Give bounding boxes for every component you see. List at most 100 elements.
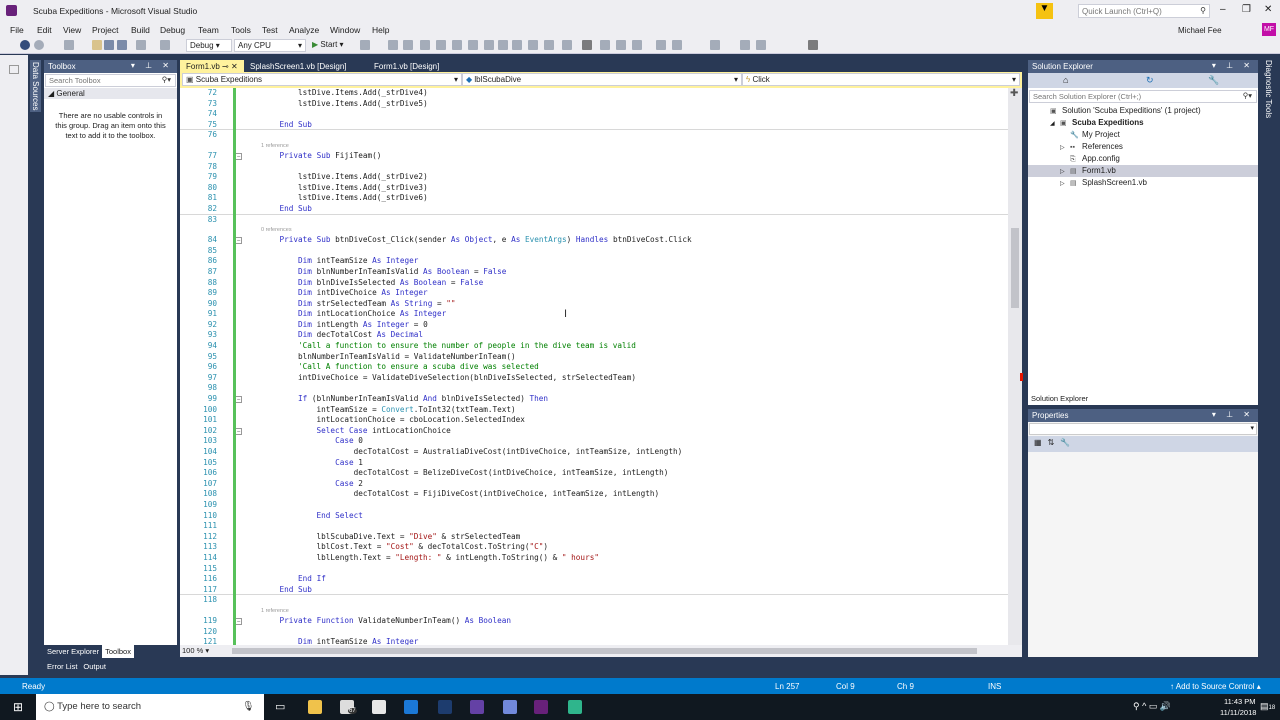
member-dropdown[interactable]: ϟ Click ▾ [742, 73, 1020, 86]
toolbar-icon[interactable] [632, 40, 642, 50]
menu-view[interactable]: View [63, 25, 81, 35]
code-text[interactable]: End Select [261, 511, 363, 522]
redo-icon[interactable] [160, 40, 170, 50]
solution-tree-item[interactable]: ▷ ▤ Form1.vb [1028, 165, 1258, 177]
solution-tree-item[interactable]: ▷ ▤ SplashScreen1.vb [1028, 177, 1258, 189]
code-text[interactable]: lstDive.Items.Add(_strDive3) [261, 183, 428, 194]
menu-project[interactable]: Project [92, 25, 118, 35]
code-text[interactable]: Dim intLocationChoice As Integer [261, 309, 446, 320]
save-all-icon[interactable] [117, 40, 127, 50]
codelens-label[interactable]: 0 references [261, 225, 292, 235]
visual-studio-taskbar-icon[interactable] [534, 700, 548, 714]
collapse-outline-icon[interactable]: − [235, 237, 242, 245]
code-text[interactable]: decTotalCost = BelizeDiveCost(intDiveCho… [261, 468, 669, 479]
panel-controls[interactable]: ▾ ⊥ ✕ [1212, 410, 1254, 419]
edge-icon[interactable] [404, 700, 418, 714]
add-to-source-control-button[interactable]: ↑ Add to Source Control ▴ [1170, 682, 1261, 691]
solution-tree-item[interactable]: ◢ ▣ Scuba Expeditions [1028, 117, 1258, 129]
clock-time[interactable]: 11:43 PM [1224, 697, 1256, 706]
code-text[interactable]: Case 1 [261, 458, 363, 469]
code-text[interactable]: Dim intLength As Integer = 0 [261, 320, 428, 331]
file-explorer-icon[interactable] [308, 700, 322, 714]
twitch-icon[interactable] [470, 700, 484, 714]
tab-server-explorer[interactable]: Server Explorer [44, 645, 102, 658]
close-icon[interactable]: ✕ [231, 62, 238, 71]
vertical-scrollbar[interactable]: ✚ [1008, 88, 1023, 645]
toolbar-icon[interactable] [512, 40, 522, 50]
solution-tree-item[interactable]: ⎘ App.config [1028, 153, 1258, 165]
tab-splashscreen-design[interactable]: SplashScreen1.vb [Design] [244, 60, 353, 72]
toolbar-icon[interactable] [672, 40, 682, 50]
code-text[interactable]: Private Function ValidateNumberInTeam() … [261, 616, 512, 627]
quick-launch-input[interactable]: Quick Launch (Ctrl+Q) ⚲ [1078, 4, 1210, 18]
code-text[interactable]: End Sub [261, 585, 312, 596]
alphabetical-icon[interactable]: ⇅ [1048, 438, 1061, 447]
refresh-icon[interactable]: ↻ [1146, 75, 1154, 86]
close-button[interactable]: ✕ [1264, 4, 1272, 15]
horizontal-scrollbar[interactable] [232, 648, 977, 654]
expand-arrow-icon[interactable]: ▷ [1060, 178, 1070, 190]
menu-test[interactable]: Test [262, 25, 278, 35]
menu-team[interactable]: Team [198, 25, 219, 35]
code-text[interactable]: Select Case intLocationChoice [261, 426, 451, 437]
diagnostic-tools-tab[interactable]: Diagnostic Tools [1264, 60, 1273, 118]
code-text[interactable]: Dim strSelectedTeam As String = "" [261, 299, 455, 310]
toolbar-icon[interactable] [388, 40, 398, 50]
properties-object-dropdown[interactable]: ▾ [1029, 423, 1257, 435]
code-text[interactable]: Case 2 [261, 479, 363, 490]
microphone-icon[interactable]: 🎙 [242, 701, 254, 712]
avatar[interactable]: MF [1262, 23, 1276, 36]
bookmark-icon[interactable] [582, 40, 592, 50]
solution-tree-item[interactable]: ▣ Solution 'Scuba Expeditions' (1 project… [1028, 105, 1258, 117]
solution-explorer-search[interactable]: Search Solution Explorer (Ctrl+;) ⚲▾ [1029, 90, 1257, 103]
code-text[interactable]: lblCost.Text = "Cost" & decTotalCost.ToS… [261, 542, 549, 553]
panel-controls[interactable]: ▾ ⊥ ✕ [131, 61, 173, 70]
code-text[interactable]: intDiveChoice = ValidateDiveSelection(bl… [261, 373, 636, 384]
collapse-outline-icon[interactable]: − [235, 617, 242, 625]
toolbar-icon[interactable] [403, 40, 413, 50]
toolbar-icon[interactable] [498, 40, 508, 50]
home-icon[interactable]: ⌂ [1063, 75, 1068, 85]
tab-output[interactable]: Output [80, 662, 109, 671]
code-text[interactable]: Dim blnDiveIsSelected As Boolean = False [261, 278, 483, 289]
menu-window[interactable]: Window [330, 25, 360, 35]
scroll-thumb[interactable] [1011, 228, 1019, 308]
system-tray-icons[interactable]: ⚲ ^ ▭ 🔊 [1133, 701, 1171, 712]
notifications-icon[interactable]: ▤18 [1260, 701, 1275, 712]
server-explorer-strip-icon[interactable] [9, 65, 19, 74]
code-text[interactable]: Dim intDiveChoice As Integer [261, 288, 428, 299]
properties-icon[interactable]: 🔧 [1208, 75, 1219, 86]
toolbar-icon[interactable] [420, 40, 430, 50]
code-text[interactable]: lstDive.Items.Add(_strDive4) [261, 88, 428, 99]
toolbar-icon[interactable] [710, 40, 720, 50]
start-button[interactable]: ▶ Start ▾ [312, 40, 344, 49]
toolbar-icon[interactable] [360, 40, 370, 50]
code-text[interactable]: Dim intTeamSize As Integer [261, 256, 418, 267]
zoom-dropdown[interactable]: 100 % ▾ [182, 646, 209, 655]
tab-solution-explorer[interactable]: Solution Explorer [1028, 392, 1092, 405]
toolbar-icon[interactable] [808, 40, 818, 50]
code-text[interactable]: decTotalCost = AustraliaDiveCost(intDive… [261, 447, 683, 458]
code-text[interactable]: blnNumberInTeamIsValid = ValidateNumberI… [261, 352, 516, 363]
restore-button[interactable]: ❐ [1242, 4, 1251, 15]
tab-error-list[interactable]: Error List [44, 662, 80, 671]
toolbar-icon[interactable] [484, 40, 494, 50]
code-text[interactable]: intTeamSize = Convert.ToInt32(txtTeam.Te… [261, 405, 516, 416]
app2-icon[interactable] [568, 700, 582, 714]
tab-form1-design[interactable]: Form1.vb [Design] [368, 60, 445, 72]
toolbox-search[interactable]: Search Toolbox ⚲▾ [45, 74, 176, 87]
toolbar-icon[interactable] [616, 40, 626, 50]
toolbar-icon[interactable] [468, 40, 478, 50]
toolbar-icon[interactable] [562, 40, 572, 50]
toolbar-icon[interactable] [756, 40, 766, 50]
solution-tree-item[interactable]: 🔧 My Project [1028, 129, 1258, 141]
collapse-outline-icon[interactable]: − [235, 152, 242, 160]
code-text[interactable]: Case 0 [261, 436, 363, 447]
tab-toolbox[interactable]: Toolbox [102, 645, 134, 658]
windows-start-icon[interactable]: ⊞ [13, 700, 23, 714]
code-text[interactable]: End Sub [261, 120, 312, 131]
data-sources-tab[interactable]: Data Sources [30, 60, 41, 113]
project-dropdown[interactable]: ▣ Scuba Expeditions ▾ [182, 73, 462, 86]
open-icon[interactable] [92, 40, 102, 50]
discord-icon[interactable] [503, 700, 517, 714]
